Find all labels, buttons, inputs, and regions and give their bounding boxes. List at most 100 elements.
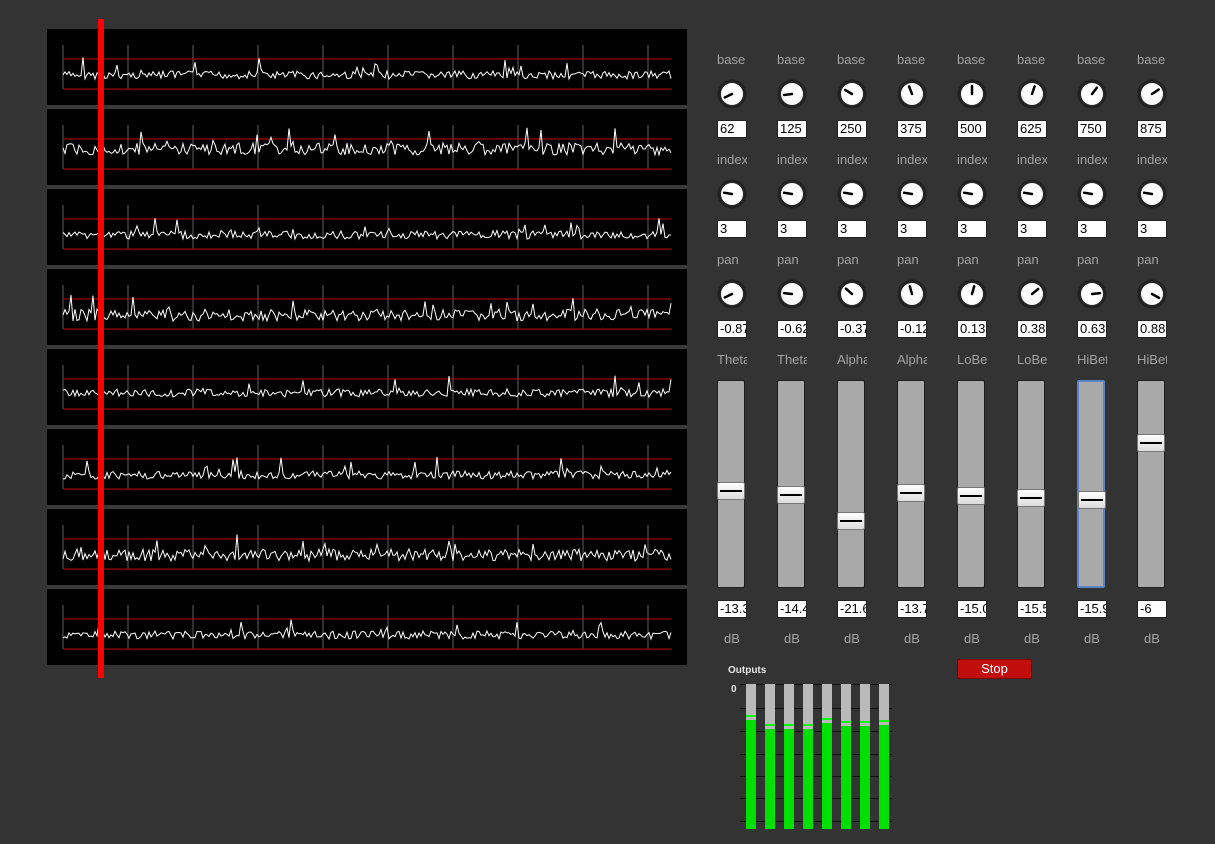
pan-knob[interactable] <box>897 279 927 309</box>
index-knob[interactable] <box>1137 179 1167 209</box>
meter-peak-marker <box>841 721 851 723</box>
output-meter-5 <box>822 684 832 829</box>
base-knob[interactable] <box>777 79 807 109</box>
band-name-label: HiBeta <box>1077 352 1107 367</box>
gain-fader[interactable] <box>897 380 925 588</box>
index-value-field[interactable]: 3 <box>717 220 747 238</box>
meter-peak-marker <box>879 720 889 722</box>
waveform-line <box>62 218 672 241</box>
index-label: index <box>1137 152 1167 167</box>
pan-value-field[interactable]: 0.88 <box>1137 320 1167 338</box>
index-value-field[interactable]: 3 <box>1137 220 1167 238</box>
meter-peak-marker <box>765 724 775 726</box>
db-value-field[interactable]: -13.7 <box>897 600 927 618</box>
fader-handle[interactable] <box>897 484 925 502</box>
base-label: base <box>957 52 986 67</box>
pan-knob[interactable] <box>957 279 987 309</box>
meter-peak-marker <box>860 721 870 723</box>
base-value-field[interactable]: 250 <box>837 120 867 138</box>
pan-value-field[interactable]: 0.13 <box>957 320 987 338</box>
base-value-field[interactable]: 125 <box>777 120 807 138</box>
index-label: index <box>1077 152 1107 167</box>
stop-button[interactable]: Stop <box>957 659 1032 679</box>
base-knob[interactable] <box>1077 79 1107 109</box>
base-value-field[interactable]: 750 <box>1077 120 1107 138</box>
waveform-svg <box>62 605 672 650</box>
gain-fader[interactable] <box>1137 380 1165 588</box>
fader-handle[interactable] <box>1078 491 1106 509</box>
pan-knob[interactable] <box>777 279 807 309</box>
pan-knob[interactable] <box>1017 279 1047 309</box>
db-value-field[interactable]: -13.3 <box>717 600 747 618</box>
base-value-field[interactable]: 875 <box>1137 120 1167 138</box>
index-knob[interactable] <box>957 179 987 209</box>
index-knob[interactable] <box>717 179 747 209</box>
base-knob[interactable] <box>717 79 747 109</box>
pan-knob[interactable] <box>837 279 867 309</box>
db-value-field[interactable]: -15.9 <box>1077 600 1107 618</box>
db-value-field[interactable]: -15.5 <box>1017 600 1047 618</box>
pan-knob[interactable] <box>717 279 747 309</box>
db-value-field[interactable]: -6 <box>1137 600 1167 618</box>
pan-value-field[interactable]: -0.12 <box>897 320 927 338</box>
index-knob[interactable] <box>777 179 807 209</box>
db-value-field[interactable]: -14.4 <box>777 600 807 618</box>
db-value-field[interactable]: -15.0 <box>957 600 987 618</box>
meter-level-fill <box>822 723 832 829</box>
gain-fader[interactable] <box>837 380 865 588</box>
pan-value-field[interactable]: -0.62 <box>777 320 807 338</box>
base-knob[interactable] <box>1017 79 1047 109</box>
index-value-field[interactable]: 3 <box>897 220 927 238</box>
meter-level-fill <box>841 726 851 829</box>
gain-fader[interactable] <box>717 380 745 588</box>
pan-value-field[interactable]: 0.63 <box>1077 320 1107 338</box>
db-value-field[interactable]: -21.6 <box>837 600 867 618</box>
fader-handle[interactable] <box>837 512 865 530</box>
base-value-field[interactable]: 625 <box>1017 120 1047 138</box>
waveform-line <box>62 534 672 563</box>
waveform-track-7 <box>47 509 687 585</box>
index-knob[interactable] <box>1077 179 1107 209</box>
pan-knob[interactable] <box>1137 279 1167 309</box>
gain-fader[interactable] <box>957 380 985 588</box>
playhead-cursor[interactable] <box>98 19 104 678</box>
base-value-field[interactable]: 500 <box>957 120 987 138</box>
db-unit-label: dB <box>1024 631 1040 646</box>
pan-value-field[interactable]: -0.87 <box>717 320 747 338</box>
index-value-field[interactable]: 3 <box>957 220 987 238</box>
waveform-track-4 <box>47 269 687 345</box>
index-value-field[interactable]: 3 <box>1017 220 1047 238</box>
pan-value-field[interactable]: 0.38 <box>1017 320 1047 338</box>
gain-fader[interactable] <box>1017 380 1045 588</box>
base-value-field[interactable]: 375 <box>897 120 927 138</box>
index-knob[interactable] <box>1017 179 1047 209</box>
waveform-line <box>62 57 672 81</box>
fader-handle[interactable] <box>1137 434 1165 452</box>
pan-value-field[interactable]: -0.37 <box>837 320 867 338</box>
waveform-svg <box>62 365 672 410</box>
fader-handle[interactable] <box>1017 489 1045 507</box>
index-value-field[interactable]: 3 <box>837 220 867 238</box>
pan-label: pan <box>957 252 979 267</box>
index-value-field[interactable]: 3 <box>1077 220 1107 238</box>
base-label: base <box>897 52 926 67</box>
fader-handle[interactable] <box>717 482 745 500</box>
waveform-track-8 <box>47 589 687 665</box>
base-knob[interactable] <box>837 79 867 109</box>
fader-handle[interactable] <box>777 486 805 504</box>
gain-fader[interactable] <box>1077 380 1106 588</box>
index-knob[interactable] <box>837 179 867 209</box>
base-knob[interactable] <box>957 79 987 109</box>
index-knob[interactable] <box>897 179 927 209</box>
output-meter-8 <box>879 684 889 829</box>
base-knob[interactable] <box>897 79 927 109</box>
base-knob[interactable] <box>1137 79 1167 109</box>
index-value-field[interactable]: 3 <box>777 220 807 238</box>
gain-fader[interactable] <box>777 380 805 588</box>
waveform-track-2 <box>47 109 687 185</box>
pan-knob[interactable] <box>1077 279 1107 309</box>
waveform-track-5 <box>47 349 687 425</box>
fader-handle[interactable] <box>957 487 985 505</box>
base-value-field[interactable]: 62 <box>717 120 747 138</box>
band-name-label: Theta <box>777 352 807 367</box>
